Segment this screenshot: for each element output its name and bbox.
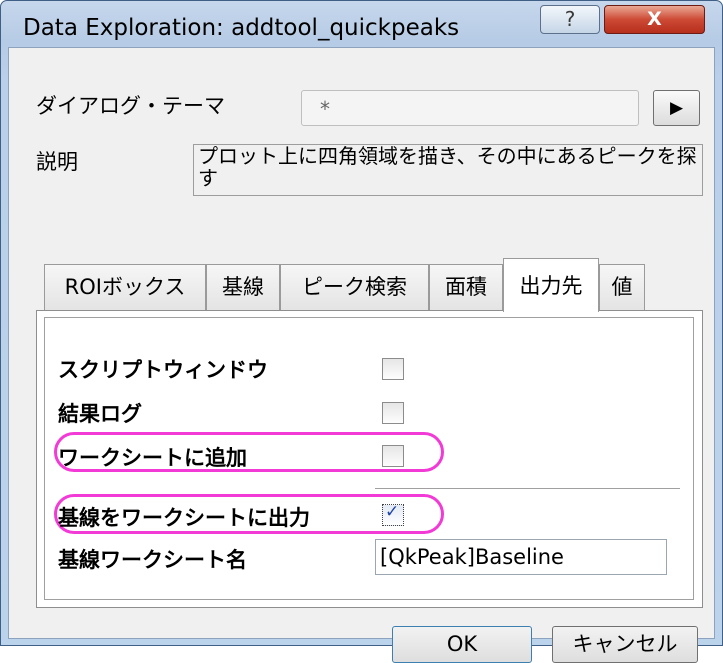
output-group: スクリプトウィンドウ 結果ログ ワークシートに追加 基線をワークシートに出力 ✓… <box>44 317 694 600</box>
theme-label: ダイアログ・テーマ <box>36 94 225 118</box>
tab-roi-box[interactable]: ROIボックス <box>44 264 206 310</box>
ok-button[interactable]: OK <box>392 626 532 663</box>
help-button[interactable]: ? <box>540 5 600 34</box>
close-button[interactable]: X <box>604 5 705 34</box>
play-arrow-icon: ▶ <box>669 98 684 118</box>
description-label: 説明 <box>36 150 78 174</box>
theme-field[interactable]: * <box>301 90 639 126</box>
cancel-button[interactable]: キャンセル <box>552 626 698 663</box>
tab-values[interactable]: 値 <box>599 264 645 310</box>
tab-peak-search[interactable]: ピーク検索 <box>280 264 429 310</box>
script-window-label: スクリプトウィンドウ <box>58 358 268 382</box>
separator <box>375 488 680 489</box>
tab-baseline[interactable]: 基線 <box>206 264 280 310</box>
results-log-label: 結果ログ <box>58 402 142 426</box>
description-text: プロット上に四角領域を描き、その中にあるピークを探す <box>193 144 703 196</box>
baseline-sheet-name-label: 基線ワークシート名 <box>58 548 247 572</box>
script-window-checkbox[interactable] <box>382 358 404 380</box>
output-tab-panel: スクリプトウィンドウ 結果ログ ワークシートに追加 基線をワークシートに出力 ✓… <box>36 310 703 608</box>
append-to-worksheet-label: ワークシートに追加 <box>58 446 247 470</box>
tab-output[interactable]: 出力先 <box>503 258 599 312</box>
append-to-worksheet-checkbox[interactable] <box>382 445 404 467</box>
baseline-output-checkbox[interactable]: ✓ <box>382 502 404 526</box>
window-title: Data Exploration: addtool_quickpeaks <box>23 15 460 41</box>
theme-menu-button[interactable]: ▶ <box>653 90 700 126</box>
baseline-output-label: 基線をワークシートに出力 <box>58 506 310 530</box>
baseline-sheet-name-field[interactable]: [QkPeak]Baseline <box>375 539 667 575</box>
results-log-checkbox[interactable] <box>382 402 404 424</box>
checkmark-icon: ✓ <box>385 502 400 522</box>
dialog-client-area: ダイアログ・テーマ * ▶ 説明 プロット上に四角領域を描き、その中にあるピーク… <box>8 47 715 663</box>
dialog-window: Data Exploration: addtool_quickpeaks ? X… <box>0 0 723 663</box>
tab-area[interactable]: 面積 <box>429 264 503 310</box>
